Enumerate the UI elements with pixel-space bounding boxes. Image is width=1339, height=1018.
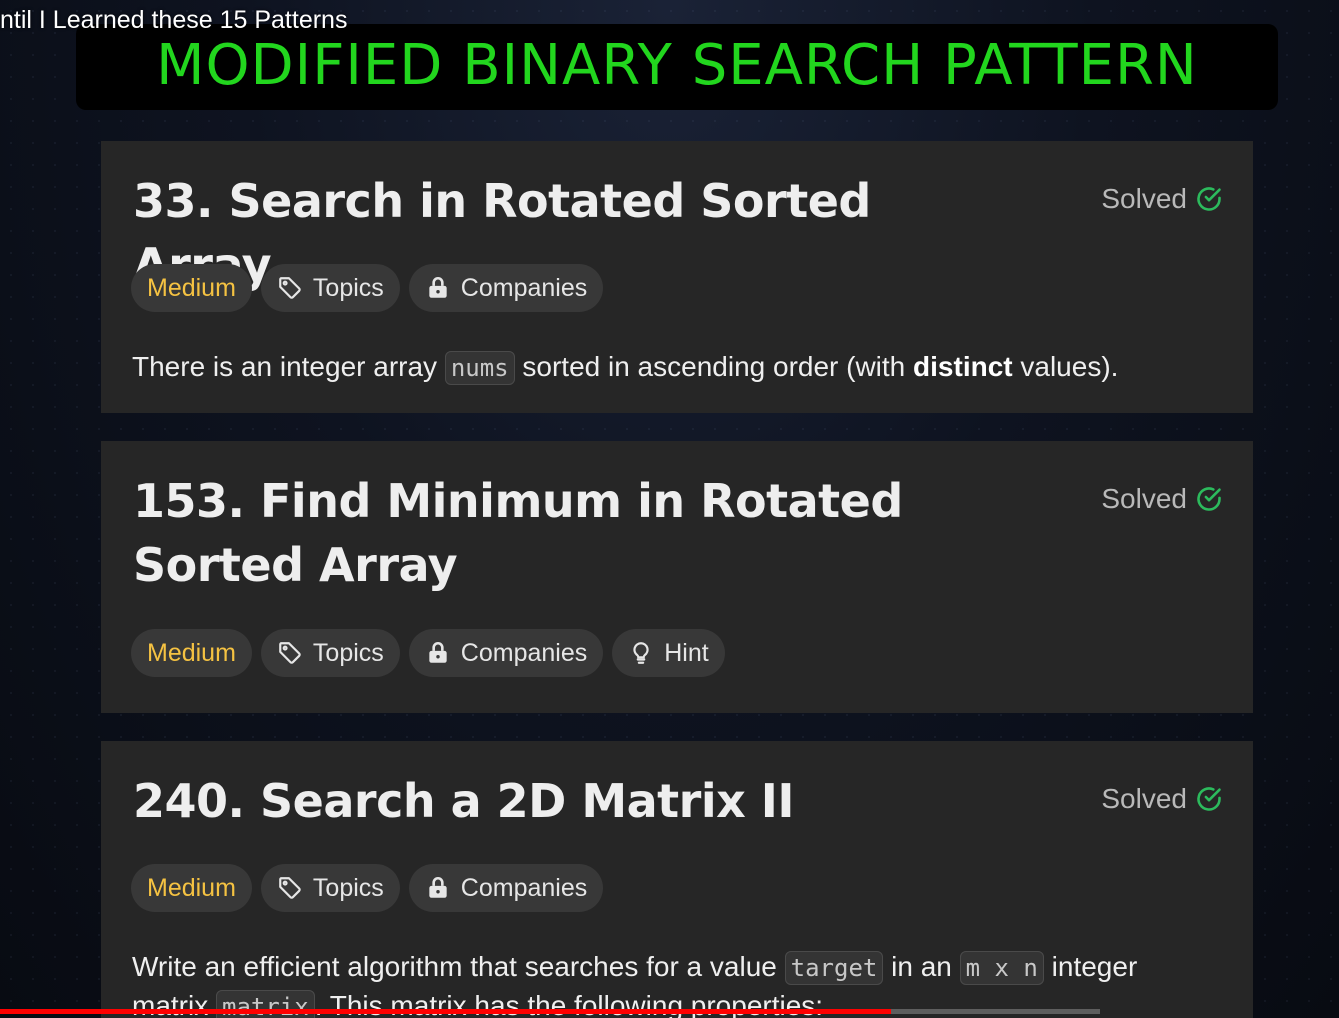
companies-button[interactable]: Companies <box>408 864 604 912</box>
solved-label: Solved <box>1101 183 1187 214</box>
tag-row: Medium Topics Companies Hint <box>131 629 725 677</box>
tag-row: Medium Topics Companies <box>131 264 604 312</box>
companies-label: Companies <box>460 273 588 302</box>
topics-label: Topics <box>312 873 384 902</box>
companies-button[interactable]: Companies <box>408 629 604 677</box>
desc-text: integer <box>1043 951 1138 982</box>
solved-status: Solved <box>1101 183 1223 215</box>
problem-description: There is an integer array nums sorted in… <box>132 349 1118 386</box>
lightbulb-icon <box>633 642 649 664</box>
tag-icon <box>279 642 301 664</box>
solved-label: Solved <box>1101 783 1187 814</box>
check-circle-icon <box>1197 487 1221 511</box>
lock-icon <box>429 276 447 298</box>
difficulty-badge: Medium <box>131 864 252 912</box>
desc-text: There is an integer array <box>132 351 445 382</box>
topics-button[interactable]: Topics <box>260 864 400 912</box>
video-frame: ntil I Learned these 15 Patterns MODIFIE… <box>0 0 1339 1018</box>
pattern-banner: MODIFIED BINARY SEARCH PATTERN <box>76 24 1278 110</box>
desc-text: sorted in ascending order (with <box>514 351 914 382</box>
difficulty-badge: Medium <box>131 629 252 677</box>
companies-label: Companies <box>460 873 588 902</box>
solved-status: Solved <box>1101 483 1223 515</box>
solved-status: Solved <box>1101 783 1223 815</box>
lock-icon <box>429 876 447 898</box>
tag-icon <box>279 277 301 299</box>
banner-text: MODIFIED BINARY SEARCH PATTERN <box>156 32 1198 98</box>
desc-text: values). <box>1012 351 1119 382</box>
lock-icon <box>429 641 447 663</box>
topics-label: Topics <box>312 638 384 667</box>
video-progress-fill <box>0 1009 891 1014</box>
problem-title[interactable]: 240. Search a 2D Matrix II <box>133 769 1013 833</box>
check-circle-icon <box>1197 187 1221 211</box>
video-progress-bar[interactable] <box>0 1009 1100 1014</box>
solved-label: Solved <box>1101 483 1187 514</box>
topics-label: Topics <box>312 273 384 302</box>
hint-button[interactable]: Hint <box>612 629 725 677</box>
inline-code: nums <box>444 351 515 385</box>
topics-button[interactable]: Topics <box>260 629 400 677</box>
topics-button[interactable]: Topics <box>260 264 400 312</box>
problem-description: Write an efficient algorithm that search… <box>132 949 1137 1018</box>
difficulty-badge: Medium <box>131 264 252 312</box>
problem-card-33: 33. Search in Rotated Sorted Array Solve… <box>101 141 1253 413</box>
hint-label: Hint <box>664 638 709 667</box>
desc-text: in an <box>883 951 960 982</box>
problem-card-240: 240. Search a 2D Matrix II Solved Medium… <box>101 741 1253 1018</box>
problem-card-153: 153. Find Minimum in Rotated Sorted Arra… <box>101 441 1253 713</box>
inline-code: m x n <box>959 951 1044 985</box>
problem-title[interactable]: 153. Find Minimum in Rotated Sorted Arra… <box>133 469 1013 597</box>
companies-label: Companies <box>460 638 588 667</box>
check-circle-icon <box>1197 787 1221 811</box>
inline-code: target <box>784 951 884 985</box>
desc-text: Write an efficient algorithm that search… <box>132 951 785 982</box>
tag-row: Medium Topics Companies <box>131 864 604 912</box>
video-title: ntil I Learned these 15 Patterns <box>0 6 348 34</box>
tag-icon <box>279 877 301 899</box>
companies-button[interactable]: Companies <box>408 264 604 312</box>
desc-bold: distinct <box>913 351 1013 382</box>
